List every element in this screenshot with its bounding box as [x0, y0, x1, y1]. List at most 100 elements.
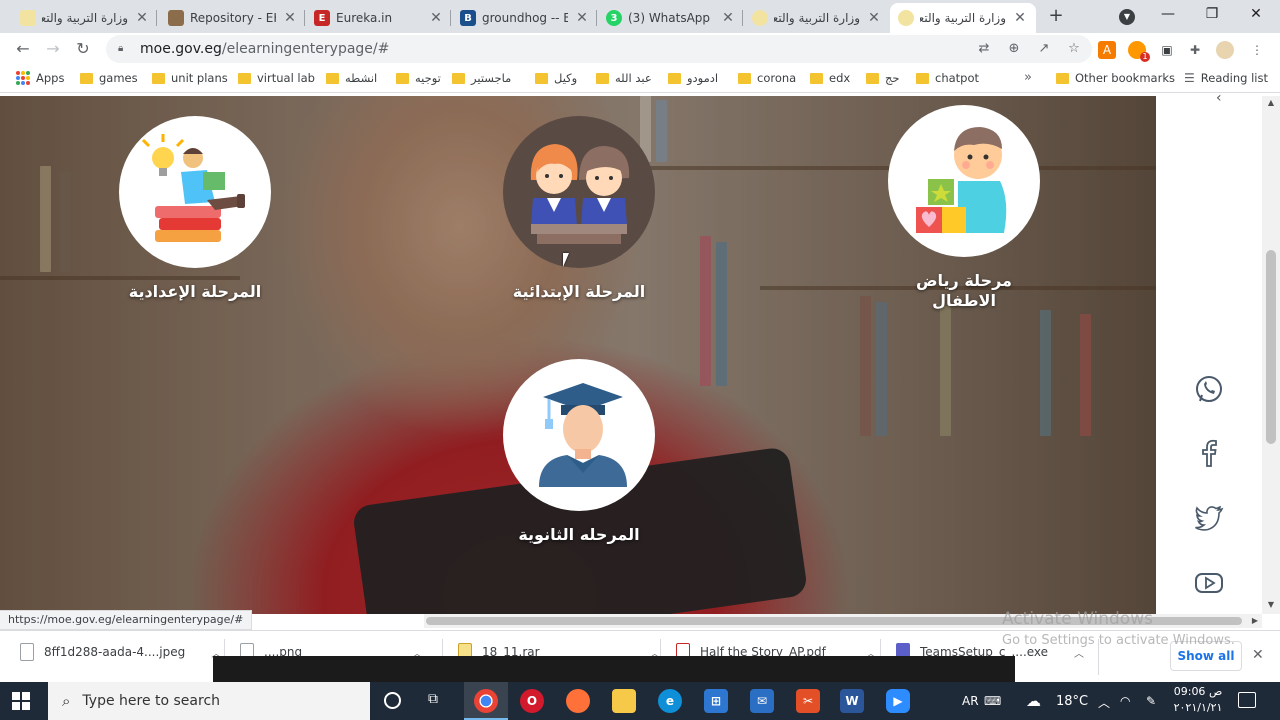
- mail-icon[interactable]: ✉: [750, 689, 774, 713]
- temperature[interactable]: 18°C: [1056, 694, 1088, 709]
- close-icon[interactable]: ✕: [1252, 647, 1264, 663]
- bookmarks-overflow-button[interactable]: »: [1024, 70, 1032, 85]
- scroll-up-icon[interactable]: ▲: [1266, 98, 1276, 107]
- stage-secondary[interactable]: المرحله الثانوية: [503, 359, 655, 545]
- store-icon[interactable]: ⊞: [704, 689, 728, 713]
- close-icon[interactable]: ✕: [134, 10, 150, 26]
- tab-search-icon[interactable]: ▼: [1119, 9, 1135, 25]
- minimize-button[interactable]: —: [1146, 0, 1190, 30]
- bookmark-guidance[interactable]: توجيه: [396, 71, 441, 85]
- tab-4[interactable]: B groundhog -- Brit ✕: [452, 3, 598, 33]
- opera-icon[interactable]: O: [520, 689, 544, 713]
- snip-tool-icon[interactable]: ✂: [796, 689, 820, 713]
- bookmark-edx[interactable]: edx: [810, 71, 850, 85]
- bookmark-masters[interactable]: ماجستير: [452, 71, 511, 85]
- bookmark-activities[interactable]: انشطه: [326, 71, 377, 85]
- firefox-icon[interactable]: [566, 689, 590, 713]
- new-tab-button[interactable]: +: [1046, 6, 1066, 26]
- tab-3[interactable]: E Eureka.in ✕: [306, 3, 452, 33]
- tab-5[interactable]: 3 (3) WhatsApp ✕: [598, 3, 744, 33]
- scrollbar-thumb[interactable]: [1266, 250, 1276, 444]
- stage-primary[interactable]: المرحلة الإبتدائية: [503, 116, 655, 302]
- close-window-button[interactable]: ✕: [1234, 0, 1278, 30]
- close-icon[interactable]: ✕: [720, 10, 736, 26]
- youtube-icon[interactable]: [1192, 566, 1226, 600]
- tab-1[interactable]: وزارة التربية والتعليم ✕: [12, 3, 158, 33]
- bookmark-virtual-lab[interactable]: virtual lab: [238, 71, 315, 85]
- chrome-icon[interactable]: [474, 689, 498, 713]
- restore-button[interactable]: ❐: [1190, 0, 1234, 30]
- address-bar[interactable]: 🔒︎ moe.gov.eg/elearningenterypage/# ⇄ ⊕ …: [106, 35, 1092, 63]
- whatsapp-icon: 3: [606, 10, 622, 26]
- notification-icon[interactable]: [1238, 692, 1256, 708]
- keyboard-icon[interactable]: ⌨: [984, 694, 1001, 708]
- close-icon[interactable]: ✕: [574, 10, 590, 26]
- word-icon[interactable]: W: [840, 689, 864, 713]
- video-overlay-bar: [213, 656, 1015, 682]
- back-arrow-icon[interactable]: ←: [12, 38, 34, 60]
- close-icon[interactable]: ✕: [428, 10, 444, 26]
- reload-icon[interactable]: ↻: [72, 38, 94, 60]
- graduate-student-icon: [503, 359, 655, 511]
- bookmark-unit-plans[interactable]: unit plans: [152, 71, 228, 85]
- reading-list[interactable]: ☰ Reading list: [1184, 71, 1268, 85]
- tab-title: (3) WhatsApp: [628, 11, 711, 25]
- bookmark-agent[interactable]: وكيل: [535, 71, 577, 85]
- other-bookmarks[interactable]: Other bookmarks: [1056, 71, 1175, 85]
- zoom-icon[interactable]: ⊕: [1006, 41, 1022, 57]
- twitter-icon[interactable]: [1192, 500, 1226, 534]
- scroll-right-icon[interactable]: ▶: [1252, 616, 1258, 625]
- tab-6[interactable]: وزارة التربية والتعليم ✕: [744, 3, 890, 33]
- folder-icon: [152, 72, 165, 84]
- edge-icon[interactable]: e: [658, 689, 682, 713]
- tab-7-active[interactable]: وزارة التربية والتعليم ✕: [890, 3, 1036, 33]
- bookmark-edmodo[interactable]: ادمودو: [668, 71, 718, 85]
- folder-icon: [810, 72, 823, 84]
- bookmark-abdallah[interactable]: عبد الله: [596, 71, 652, 85]
- stage-preparatory[interactable]: المرحلة الإعدادية: [119, 116, 271, 302]
- facebook-icon[interactable]: [1192, 436, 1226, 470]
- cortana-icon[interactable]: [384, 692, 401, 709]
- download-item[interactable]: 8ff1d288-aada-4....jpeg ︿: [20, 643, 221, 661]
- bookmark-apps[interactable]: Apps: [16, 71, 64, 85]
- close-icon[interactable]: ✕: [1012, 10, 1028, 26]
- activate-windows-watermark: Activate Windows Go to Settings to activ…: [1002, 608, 1235, 652]
- eureka-icon: E: [314, 10, 330, 26]
- forward-arrow-icon[interactable]: →: [42, 38, 64, 60]
- stage-kindergarten[interactable]: مرحلة رياض الاطفال: [888, 105, 1040, 311]
- screen-capture-icon[interactable]: ▣: [1158, 41, 1176, 59]
- bookmark-star-icon[interactable]: ☆: [1066, 41, 1082, 57]
- close-icon[interactable]: ✕: [866, 10, 882, 26]
- puzzle-extensions-icon[interactable]: ✚: [1186, 41, 1204, 59]
- extension-a-icon[interactable]: A: [1098, 41, 1116, 59]
- file-explorer-icon[interactable]: [612, 689, 636, 713]
- wifi-icon[interactable]: ◠: [1120, 694, 1130, 708]
- tab-2[interactable]: Repository - EKB ✕: [160, 3, 306, 33]
- chevron-up-icon[interactable]: ‹: [1216, 90, 1222, 106]
- bookmark-corona[interactable]: corona: [738, 71, 796, 85]
- close-icon[interactable]: ✕: [282, 10, 298, 26]
- bookmark-chatpot[interactable]: chatpot: [916, 71, 979, 85]
- taskbar-search-box[interactable]: ⌕ Type here to search: [48, 682, 370, 720]
- download-filename: 8ff1d288-aada-4....jpeg: [44, 645, 186, 659]
- scroll-down-icon[interactable]: ▼: [1266, 600, 1276, 609]
- profile-avatar[interactable]: [1216, 41, 1234, 59]
- zoom-app-icon[interactable]: ▶: [886, 689, 910, 713]
- taskbar-clock[interactable]: 09:06 ص ٢٠٢١/١/٢١: [1172, 684, 1224, 716]
- translate-icon[interactable]: ⇄: [976, 41, 992, 57]
- task-view-icon[interactable]: ⧉: [428, 691, 438, 707]
- vertical-scrollbar[interactable]: ▲ ▼: [1262, 96, 1280, 614]
- bookmark-games[interactable]: games: [80, 71, 138, 85]
- language-indicator[interactable]: AR: [962, 694, 979, 708]
- share-icon[interactable]: ↗: [1036, 41, 1052, 57]
- whatsapp-icon[interactable]: [1192, 372, 1226, 406]
- menu-dots-icon[interactable]: ⋮: [1248, 41, 1266, 59]
- folder-icon: [238, 72, 251, 84]
- bookmark-hajj[interactable]: حج: [866, 71, 900, 85]
- folder-icon: [668, 72, 681, 84]
- chevron-up-icon[interactable]: ︿: [1098, 694, 1110, 711]
- windows-start-icon[interactable]: [12, 692, 30, 710]
- pen-icon[interactable]: ✎: [1146, 694, 1156, 708]
- extension-badge-icon[interactable]: 1: [1128, 41, 1150, 62]
- folder-icon: [738, 72, 751, 84]
